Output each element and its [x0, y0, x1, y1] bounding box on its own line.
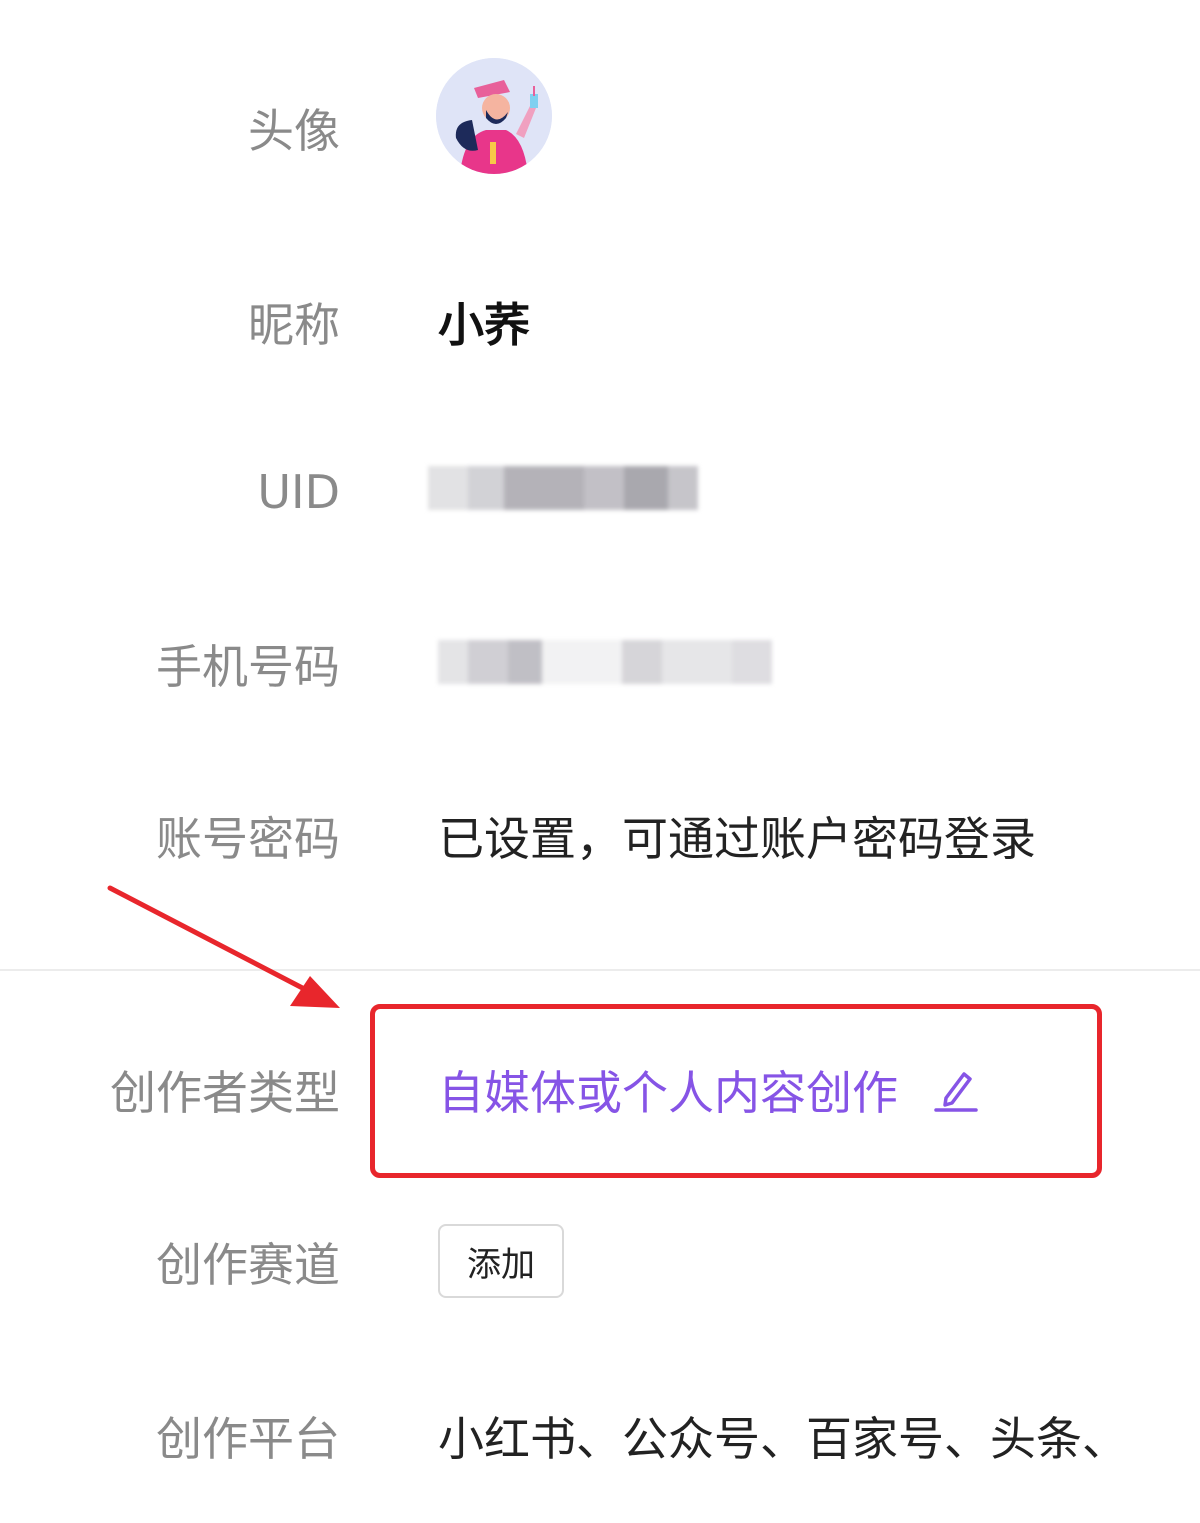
platform-label: 创作平台	[156, 1412, 340, 1466]
track-row: 创作赛道	[0, 1222, 1200, 1302]
creator-type-value[interactable]: 自媒体或个人内容创作	[438, 1057, 980, 1123]
pencil-icon[interactable]	[932, 1066, 980, 1114]
platform-value: 小红书、公众号、百家号、头条、	[438, 1412, 1128, 1466]
nickname-label: 昵称	[248, 298, 340, 352]
uid-label: UID	[257, 465, 340, 519]
password-row: 账号密码 已设置，可通过账户密码登录	[0, 796, 1200, 876]
profile-page: 头像 昵称 小荞 UID 手机号码 账号密码 已设置，可通过账户密码登录 创作者…	[0, 0, 1200, 1523]
avatar[interactable]	[436, 58, 552, 174]
platform-row: 创作平台 小红书、公众号、百家号、头条、	[0, 1396, 1200, 1476]
password-status: 已设置，可通过账户密码登录	[438, 812, 1036, 866]
creator-type-row: 创作者类型 自媒体或个人内容创作	[0, 1050, 1200, 1130]
add-track-button[interactable]: 添加	[438, 1224, 564, 1298]
creator-type-text: 自媒体或个人内容创作	[438, 1066, 898, 1120]
track-label: 创作赛道	[156, 1238, 340, 1292]
uid-redacted	[428, 466, 698, 510]
phone-label: 手机号码	[156, 640, 340, 694]
phone-redacted	[438, 640, 772, 684]
avatar-illustration	[436, 58, 552, 174]
creator-type-label: 创作者类型	[110, 1066, 340, 1120]
red-arrow-annotation	[107, 885, 340, 1008]
avatar-row: 头像	[0, 88, 1200, 168]
password-label: 账号密码	[156, 812, 340, 866]
nickname-row: 昵称 小荞	[0, 282, 1200, 362]
avatar-label: 头像	[248, 104, 340, 158]
nickname-value: 小荞	[438, 298, 530, 352]
